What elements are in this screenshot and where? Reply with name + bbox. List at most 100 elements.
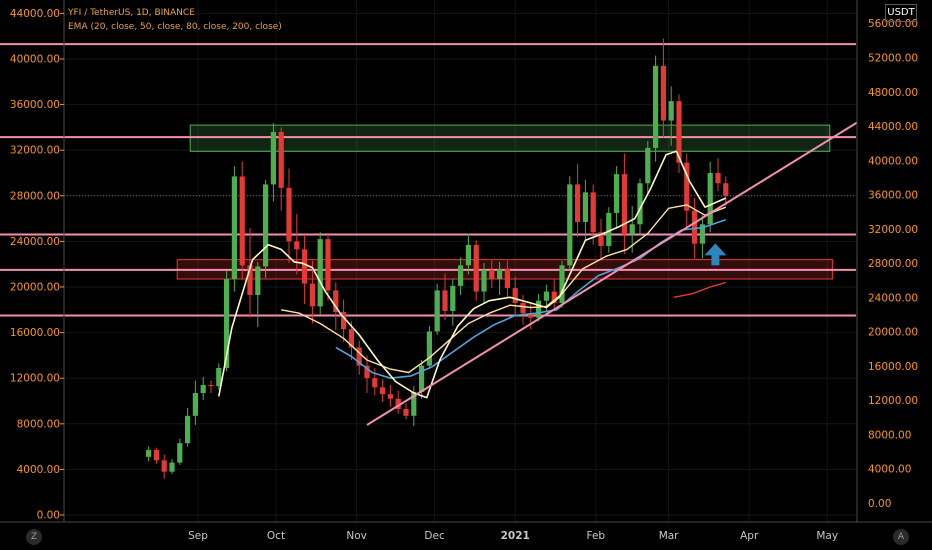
zoom-reset-button[interactable]: Z	[26, 529, 42, 545]
up-candle	[606, 212, 612, 246]
down-candle	[512, 288, 518, 303]
up-candle	[177, 443, 183, 463]
right-tick-label: 20000.00	[868, 327, 918, 339]
up-candle	[146, 450, 152, 457]
down-candle	[660, 65, 666, 121]
up-candle	[263, 184, 269, 267]
left-tick-label: 4000.00	[17, 464, 60, 476]
ema200-line	[673, 281, 726, 298]
left-tick-label: 16000.00	[10, 327, 60, 339]
up-candle	[426, 331, 432, 366]
left-tick-label: 20000.00	[10, 282, 60, 294]
down-candle	[380, 387, 386, 395]
down-candle	[208, 385, 214, 387]
down-candle	[575, 184, 581, 223]
down-candle	[294, 241, 300, 250]
symbol-line: YFI / TetherUS, 1D, BINANCE	[68, 8, 195, 18]
right-tick-label: 0.00	[868, 498, 891, 510]
up-candle	[270, 131, 276, 185]
up-candle	[185, 415, 191, 444]
right-tick-label: 40000.00	[868, 155, 918, 167]
ema50-line	[281, 204, 727, 374]
up-candle	[465, 244, 471, 266]
chart-legend: YFI / TetherUS, 1D, BINANCE EMA (20, clo…	[68, 6, 282, 34]
left-tick-label: 36000.00	[10, 99, 60, 111]
x-tick-label: Feb	[587, 530, 606, 542]
up-candle	[434, 290, 440, 332]
up-candle	[567, 184, 573, 266]
down-candle	[387, 394, 393, 399]
up-candle	[707, 173, 713, 225]
up-candle	[317, 239, 323, 307]
down-candle	[239, 176, 245, 266]
down-candle	[161, 460, 167, 472]
x-tick-label: Dec	[424, 530, 445, 542]
up-candle	[614, 174, 620, 213]
up-candle	[169, 462, 175, 472]
left-tick-label: 24000.00	[10, 236, 60, 248]
left-tick-label: 0.00	[37, 510, 60, 522]
down-candle	[520, 302, 526, 314]
down-candle	[286, 187, 292, 242]
right-tick-label: 16000.00	[868, 361, 918, 373]
right-tick-label: 28000.00	[868, 258, 918, 270]
right-tick-label: 24000.00	[868, 292, 918, 304]
left-tick-label: 32000.00	[10, 145, 60, 157]
left-tick-label: 12000.00	[10, 373, 60, 385]
left-tick-label: 28000.00	[10, 190, 60, 202]
down-candle	[153, 450, 159, 461]
x-tick-label: May	[816, 530, 838, 542]
up-candle	[629, 224, 635, 235]
right-tick-label: 44000.00	[868, 121, 918, 133]
up-candle	[450, 285, 456, 311]
x-tick-label: Oct	[267, 530, 285, 542]
up-candle	[419, 365, 425, 392]
up-candle	[255, 266, 261, 295]
up-candle	[200, 385, 206, 394]
down-candle	[302, 249, 308, 284]
left-tick-label: 8000.00	[17, 418, 60, 430]
down-candle	[489, 269, 495, 280]
up-candle	[653, 65, 659, 148]
down-candle	[325, 239, 331, 291]
up-candle	[668, 101, 674, 121]
up-candle	[458, 265, 464, 286]
indicator-line: EMA (20, close, 50, close, 80, close, 20…	[68, 22, 282, 32]
x-tick-label: Sep	[188, 530, 208, 542]
up-candle	[582, 192, 588, 223]
down-candle	[403, 408, 409, 416]
up-candle	[481, 269, 487, 292]
right-tick-label: 4000.00	[868, 464, 911, 476]
left-tick-label: 44000.00	[10, 8, 60, 20]
down-candle	[715, 173, 721, 184]
down-candle	[723, 183, 729, 196]
currency-unit-badge[interactable]: USDT	[885, 4, 917, 22]
x-tick-label: Apr	[740, 530, 759, 542]
down-candle	[692, 210, 698, 244]
up-candle	[645, 147, 651, 184]
down-candle	[309, 283, 315, 307]
x-tick-label: 2021	[501, 530, 530, 542]
down-candle	[278, 131, 284, 188]
left-tick-label: 40000.00	[10, 54, 60, 66]
price-chart[interactable]: 54000.0043000.0031539.1427401.6722150.25…	[0, 0, 932, 550]
right-tick-label: 52000.00	[868, 53, 918, 65]
right-tick-label: 8000.00	[868, 429, 911, 441]
up-candle	[192, 393, 198, 416]
down-candle	[473, 244, 479, 292]
up-candle	[497, 268, 503, 280]
right-tick-label: 12000.00	[868, 395, 918, 407]
auto-scale-button[interactable]: A	[893, 529, 909, 545]
x-tick-label: Mar	[659, 530, 679, 542]
up-candle	[231, 176, 237, 280]
right-tick-label: 32000.00	[868, 224, 918, 236]
down-candle	[372, 378, 378, 388]
resistance-zone	[189, 124, 831, 152]
right-tick-label: 36000.00	[868, 190, 918, 202]
right-tick-label: 48000.00	[868, 87, 918, 99]
up-candle	[543, 291, 549, 301]
down-candle	[442, 290, 448, 311]
down-candle	[590, 192, 596, 233]
ema80-line	[335, 218, 727, 379]
down-candle	[504, 268, 510, 289]
